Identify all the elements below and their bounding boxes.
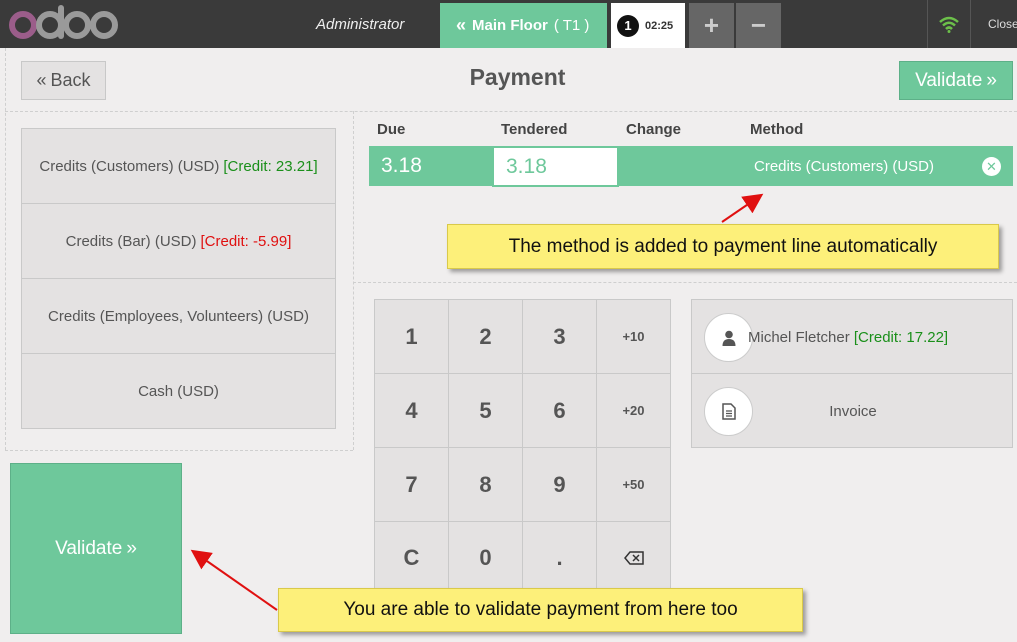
invoice-label: Invoice xyxy=(829,403,877,420)
odoo-logo xyxy=(9,5,118,39)
due-amount: 3.18 xyxy=(381,154,422,177)
floor-button[interactable]: « Main Floor ( T1 ) xyxy=(440,3,607,48)
username-label: Administrator xyxy=(316,16,405,33)
divider xyxy=(5,111,1017,112)
close-circle-icon: ✕ xyxy=(986,158,997,174)
order-tab[interactable]: 1 02:25 xyxy=(611,3,685,48)
payment-line[interactable]: 3.18 3.18 Credits (Customers) (USD) ✕ xyxy=(369,146,1013,187)
tendered-input[interactable]: 3.18 xyxy=(492,146,619,187)
double-chevron-right-icon: » xyxy=(986,69,997,91)
payment-method-label: Credits (Employees, Volunteers) (USD) xyxy=(48,307,309,325)
top-bar: Administrator « Main Floor ( T1 ) 1 02:2… xyxy=(0,0,1017,48)
payment-method-credits-employees[interactable]: Credits (Employees, Volunteers) (USD) xyxy=(22,279,335,354)
numpad: 1 2 3 +10 4 5 6 +20 7 8 9 +50 C 0 . xyxy=(374,299,671,596)
customer-info: Michel Fletcher [Credit: 17.22] xyxy=(748,329,948,346)
payment-extras-panel: Michel Fletcher [Credit: 17.22] Invoice xyxy=(691,299,1013,448)
payment-method-cash[interactable]: Cash (USD) xyxy=(22,354,335,429)
numpad-key-6[interactable]: 6 xyxy=(523,374,597,448)
numpad-key-4[interactable]: 4 xyxy=(375,374,449,448)
page-title: Payment xyxy=(469,64,566,90)
connection-status[interactable] xyxy=(927,0,971,48)
numpad-key-0[interactable]: 0 xyxy=(449,522,523,595)
add-order-button[interactable]: + xyxy=(689,3,734,48)
order-number-badge: 1 xyxy=(617,14,639,37)
annotation-callout: The method is added to payment line auto… xyxy=(447,224,999,269)
validate-label: Validate xyxy=(55,537,123,559)
double-chevron-right-icon: » xyxy=(126,537,137,559)
customer-name: Michel Fletcher xyxy=(748,329,850,346)
divider xyxy=(5,48,6,450)
payment-method-label: Credits (Bar) (USD) xyxy=(65,232,197,250)
customer-credit: [Credit: 17.22] xyxy=(853,329,949,346)
plus-icon: + xyxy=(703,10,720,40)
user-icon xyxy=(722,330,735,346)
column-header-change: Change xyxy=(626,121,682,138)
numpad-key-plus20[interactable]: +20 xyxy=(597,374,670,448)
column-header-due: Due xyxy=(377,121,406,138)
floor-label: Main Floor xyxy=(472,17,548,34)
backspace-icon xyxy=(623,551,644,565)
customer-icon-circle xyxy=(704,313,753,362)
numpad-key-7[interactable]: 7 xyxy=(375,448,449,522)
numpad-key-backspace[interactable] xyxy=(597,522,670,595)
divider xyxy=(353,282,1017,283)
numpad-key-plus50[interactable]: +50 xyxy=(597,448,670,522)
divider xyxy=(353,111,354,450)
numpad-key-decimal[interactable]: . xyxy=(523,522,597,595)
numpad-key-plus10[interactable]: +10 xyxy=(597,300,670,374)
credit-amount: [Credit: 23.21] xyxy=(223,157,318,175)
payment-method-label: Credits (Customers) (USD) xyxy=(39,157,220,175)
annotation-arrow xyxy=(721,193,764,223)
numpad-key-8[interactable]: 8 xyxy=(449,448,523,522)
customer-button[interactable]: Michel Fletcher [Credit: 17.22] xyxy=(692,300,1012,374)
numpad-key-1[interactable]: 1 xyxy=(375,300,449,374)
table-label: ( T1 ) xyxy=(553,17,590,34)
divider xyxy=(5,450,353,451)
payment-line-method: Credits (Customers) (USD) xyxy=(754,158,935,175)
validate-button-top[interactable]: Validate » xyxy=(899,61,1013,100)
wifi-icon xyxy=(939,16,959,33)
payment-method-credits-customers[interactable]: Credits (Customers) (USD) [Credit: 23.21… xyxy=(22,129,335,204)
numpad-key-3[interactable]: 3 xyxy=(523,300,597,374)
payment-methods-list: Credits (Customers) (USD) [Credit: 23.21… xyxy=(21,128,336,429)
column-header-tendered: Tendered xyxy=(501,121,568,138)
numpad-key-2[interactable]: 2 xyxy=(449,300,523,374)
remove-order-button[interactable]: − xyxy=(736,3,781,48)
numpad-key-9[interactable]: 9 xyxy=(523,448,597,522)
annotation-arrow xyxy=(190,549,278,611)
numpad-key-5[interactable]: 5 xyxy=(449,374,523,448)
minus-icon: − xyxy=(750,10,767,40)
payment-method-label: Cash (USD) xyxy=(138,383,219,400)
validate-button-large[interactable]: Validate » xyxy=(10,463,182,634)
annotation-callout: You are able to validate payment from he… xyxy=(278,588,803,632)
numpad-key-clear[interactable]: C xyxy=(375,522,449,595)
column-header-method: Method xyxy=(750,121,804,138)
double-chevron-left-icon: « xyxy=(456,15,467,35)
delete-line-button[interactable]: ✕ xyxy=(982,157,1001,176)
order-time: 02:25 xyxy=(645,19,674,32)
credit-amount: [Credit: -5.99] xyxy=(200,232,292,250)
close-button[interactable]: Close xyxy=(988,17,1017,31)
payment-method-credits-bar[interactable]: Credits (Bar) (USD) [Credit: -5.99] xyxy=(22,204,335,279)
validate-label: Validate xyxy=(915,69,983,91)
